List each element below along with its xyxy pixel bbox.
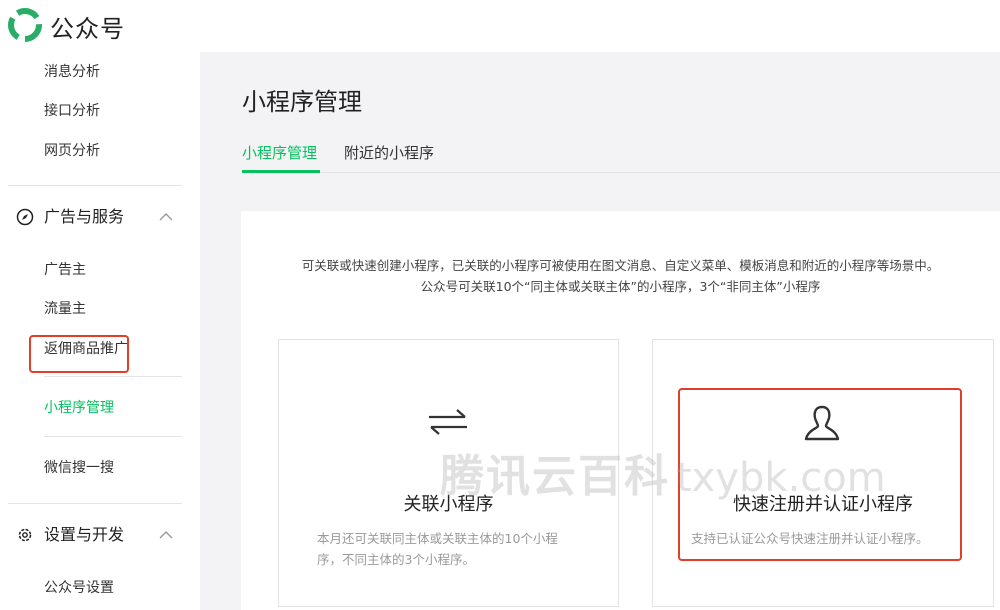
sidebar-section-ads[interactable]: 广告与服务 bbox=[16, 205, 182, 229]
sidebar-divider bbox=[8, 185, 182, 186]
chevron-up-icon[interactable] bbox=[158, 527, 174, 543]
sidebar-item-advertiser[interactable]: 广告主 bbox=[44, 259, 86, 279]
sidebar-item-api-analysis[interactable]: 接口分析 bbox=[44, 100, 100, 120]
gear-icon bbox=[18, 528, 32, 542]
description-line: 公众号可关联10个“同主体或关联主体”的小程序，3个“非同主体”小程序 bbox=[420, 279, 821, 294]
sidebar-section-dev[interactable]: 设置与开发 bbox=[16, 523, 182, 547]
sidebar-section-label: 广告与服务 bbox=[44, 207, 125, 226]
page-title: 小程序管理 bbox=[242, 88, 362, 116]
compass-icon bbox=[16, 208, 34, 226]
link-miniprogram-desc: 序，不同主体的3个小程序。 bbox=[317, 552, 475, 567]
sidebar-item-message-analysis[interactable]: 消息分析 bbox=[44, 61, 100, 81]
tab-nearby-miniprograms[interactable]: 附近的小程序 bbox=[344, 142, 434, 163]
chevron-up-icon[interactable] bbox=[158, 209, 174, 225]
tabs-divider bbox=[242, 172, 1000, 173]
sidebar-section-label: 设置与开发 bbox=[44, 525, 125, 544]
swap-arrows-icon bbox=[429, 409, 467, 435]
sidebar-divider bbox=[44, 436, 182, 437]
sidebar-item-miniprogram-management[interactable]: 小程序管理 bbox=[44, 397, 114, 417]
link-miniprogram-desc: 本月还可关联同主体或关联主体的10个小程 bbox=[317, 531, 558, 546]
active-tab-indicator bbox=[242, 170, 320, 173]
top-bar: 公众号 bbox=[0, 0, 1000, 52]
description-line: 可关联或快速创建小程序，已关联的小程序可被使用在图文消息、自定义菜单、模板消息和… bbox=[301, 258, 940, 273]
sidebar-item-publisher[interactable]: 流量主 bbox=[44, 298, 86, 318]
sidebar-item-wechat-search[interactable]: 微信搜一搜 bbox=[44, 457, 114, 477]
brand-title: 公众号 bbox=[50, 15, 125, 43]
active-item-highlight bbox=[29, 335, 129, 373]
sidebar-item-account-settings[interactable]: 公众号设置 bbox=[44, 577, 114, 597]
sidebar-divider bbox=[44, 376, 182, 377]
tab-miniprogram-management[interactable]: 小程序管理 bbox=[242, 142, 317, 163]
wechat-mp-logo-icon[interactable] bbox=[8, 8, 42, 42]
sidebar-divider bbox=[8, 503, 182, 504]
link-miniprogram-title: 关联小程序 bbox=[403, 494, 494, 515]
quick-register-highlight bbox=[678, 388, 962, 561]
sidebar-item-web-analysis[interactable]: 网页分析 bbox=[44, 140, 100, 160]
